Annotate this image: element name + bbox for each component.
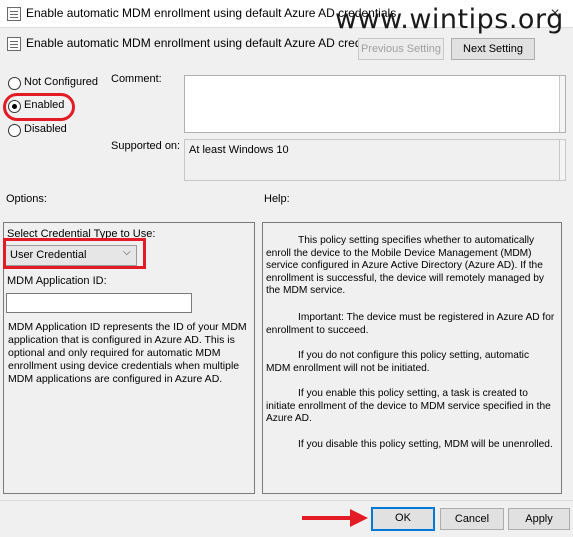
supported-on-value: At least Windows 10 <box>189 144 289 156</box>
policy-settings-icon <box>7 7 21 21</box>
app-id-input[interactable] <box>6 293 192 313</box>
cancel-button[interactable]: Cancel <box>440 508 504 530</box>
options-label: Options: <box>6 193 47 205</box>
policy-title: Enable automatic MDM enrollment using de… <box>26 36 397 50</box>
arrow-right-icon <box>302 509 368 527</box>
ok-button[interactable]: OK <box>371 507 435 531</box>
apply-button[interactable]: Apply <box>508 508 570 530</box>
credential-highlight-annotation <box>3 238 146 269</box>
comment-field[interactable] <box>184 75 566 133</box>
comment-scrollbar[interactable] <box>559 76 565 132</box>
enabled-highlight-annotation <box>3 93 75 121</box>
footer-divider <box>0 500 573 501</box>
app-id-label: MDM Application ID: <box>7 275 107 287</box>
comment-label: Comment: <box>111 73 162 85</box>
not-configured-label: Not Configured <box>24 76 98 88</box>
watermark: www.wintips.org <box>335 4 564 35</box>
supported-on-label: Supported on: <box>111 140 181 152</box>
help-paragraph-2: Important: The device must be registered… <box>266 312 555 336</box>
supported-on-field: At least Windows 10 <box>184 139 566 181</box>
policy-setting-icon <box>7 37 21 51</box>
disabled-label: Disabled <box>24 123 67 135</box>
supported-on-scrollbar[interactable] <box>559 140 565 180</box>
help-paragraph-5: If you disable this policy setting, MDM … <box>298 439 553 450</box>
help-label: Help: <box>264 193 290 205</box>
help-paragraph-4: If you enable this policy setting, a tas… <box>266 388 551 425</box>
not-configured-radio[interactable] <box>8 77 21 90</box>
disabled-radio[interactable] <box>8 124 21 137</box>
help-paragraph-1: This policy setting specifies whether to… <box>266 235 545 297</box>
help-paragraph-3: If you do not configure this policy sett… <box>266 350 530 374</box>
app-id-description: MDM Application ID represents the ID of … <box>8 321 247 386</box>
previous-setting-button[interactable]: Previous Setting <box>358 38 444 60</box>
next-setting-button[interactable]: Next Setting <box>451 38 535 60</box>
